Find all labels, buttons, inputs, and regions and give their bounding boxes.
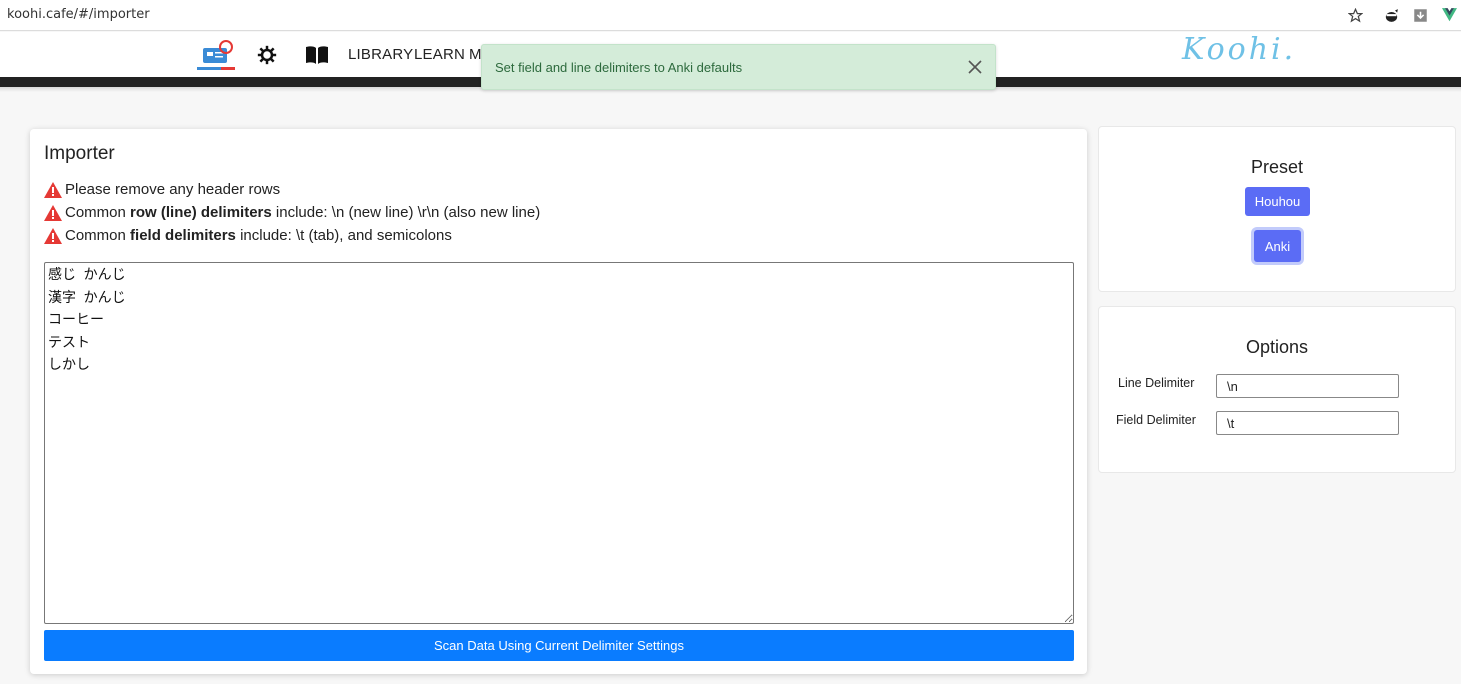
extension-ninja-icon[interactable] bbox=[1382, 6, 1400, 24]
line-delimiter-label: Line Delimiter bbox=[1118, 376, 1195, 390]
warning-icon bbox=[44, 227, 62, 244]
houhou-preset-button[interactable]: Houhou bbox=[1245, 187, 1310, 216]
note-text: include: \t (tab), and semicolons bbox=[235, 227, 452, 244]
browser-address-bar: koohi.cafe/#/importer bbox=[0, 0, 1461, 31]
note-row-delimiters: Common row (line) delimiters include: \n… bbox=[44, 204, 540, 221]
import-data-textarea[interactable]: 感じ かんじ 漢字 かんじ コーヒー テスト しかし bbox=[44, 262, 1074, 624]
line-delimiter-input[interactable] bbox=[1216, 374, 1399, 398]
field-delimiter-label: Field Delimiter bbox=[1116, 413, 1196, 427]
note-text: Please remove any header rows bbox=[65, 181, 281, 198]
importer-card: Importer Please remove any header rows C… bbox=[30, 129, 1087, 674]
note-header-rows: Please remove any header rows bbox=[44, 181, 280, 198]
note-bold-text: row (line) delimiters bbox=[130, 204, 272, 221]
warning-icon bbox=[44, 204, 62, 221]
flashcards-icon[interactable] bbox=[197, 40, 235, 70]
options-title: Options bbox=[1245, 337, 1309, 357]
koohi-logo[interactable]: Koohi. bbox=[1182, 32, 1296, 67]
vue-devtools-icon[interactable] bbox=[1440, 6, 1458, 24]
note-text: include: \n (new line) \r\n (also new li… bbox=[271, 204, 541, 221]
book-icon[interactable] bbox=[305, 40, 329, 70]
close-icon[interactable] bbox=[965, 57, 985, 77]
scan-data-button[interactable]: Scan Data Using Current Delimiter Settin… bbox=[44, 630, 1074, 661]
toast-message: Set field and line delimiters to Anki de… bbox=[495, 60, 743, 75]
nav-link-library[interactable]: LIBRARY bbox=[348, 46, 413, 63]
anki-preset-button[interactable]: Anki bbox=[1254, 230, 1301, 262]
toast-notification: Set field and line delimiters to Anki de… bbox=[481, 44, 996, 90]
importer-title: Importer bbox=[44, 143, 115, 164]
settings-gear-icon[interactable] bbox=[256, 40, 278, 70]
field-delimiter-input[interactable] bbox=[1216, 411, 1399, 435]
note-text: Common bbox=[65, 204, 131, 221]
download-icon[interactable] bbox=[1411, 6, 1429, 24]
preset-title: Preset bbox=[1250, 157, 1304, 177]
url-text[interactable]: koohi.cafe/#/importer bbox=[7, 7, 150, 22]
star-icon[interactable] bbox=[1346, 6, 1364, 24]
note-field-delimiters: Common field delimiters include: \t (tab… bbox=[44, 227, 452, 244]
note-text: Common bbox=[65, 227, 131, 244]
preset-card: Preset Houhou Anki bbox=[1098, 126, 1456, 292]
warning-icon bbox=[44, 181, 62, 198]
nav-link-truncated[interactable]: M bbox=[469, 46, 482, 63]
options-card: Options Line Delimiter Field Delimiter bbox=[1098, 306, 1456, 473]
nav-link-learn[interactable]: LEARN bbox=[414, 46, 465, 63]
note-bold-text: field delimiters bbox=[130, 227, 236, 244]
